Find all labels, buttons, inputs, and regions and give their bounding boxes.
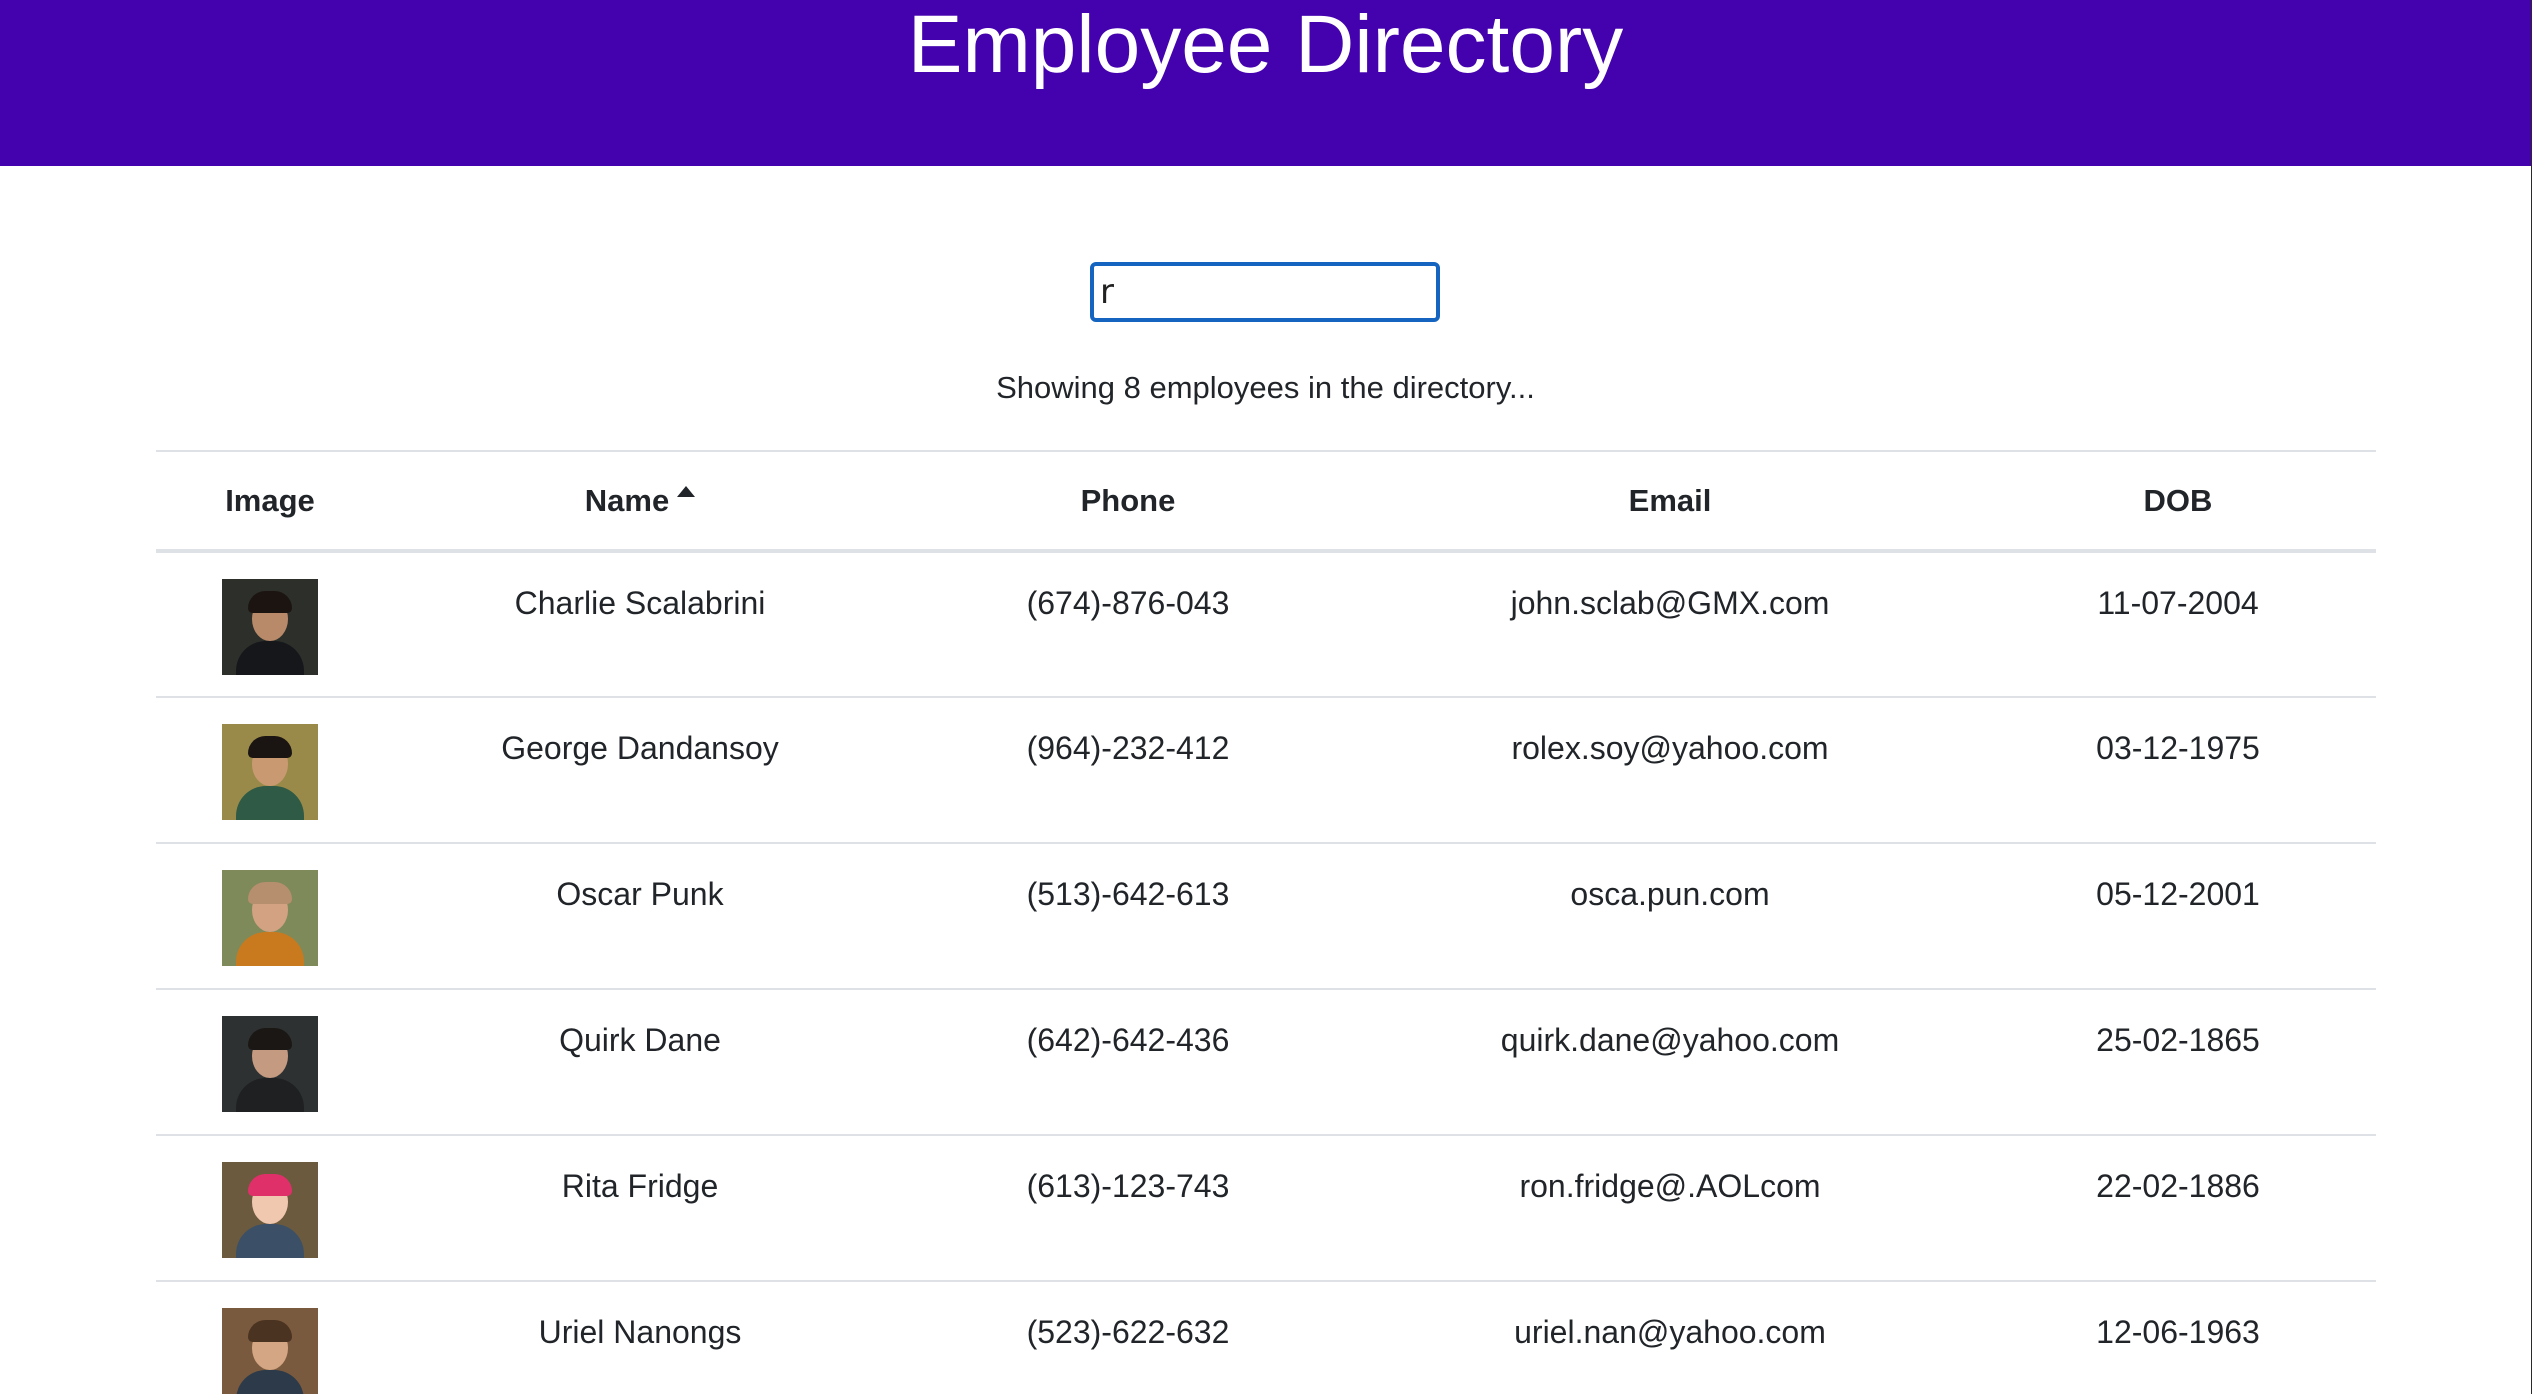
employee-table-container: Image Name Phone Email DOB Charlie Scala… — [156, 450, 2376, 1394]
app-header: Employee Directory — [0, 0, 2531, 166]
table-body: Charlie Scalabrini (674)-876-043 john.sc… — [156, 551, 2376, 1394]
employee-photo — [222, 579, 318, 675]
cell-image — [156, 551, 384, 698]
cell-phone: (964)-232-412 — [896, 697, 1360, 844]
table-row: Quirk Dane (642)-642-436 quirk.dane@yaho… — [156, 989, 2376, 1136]
cell-phone: (513)-642-613 — [896, 843, 1360, 990]
column-header-phone: Phone — [896, 450, 1360, 553]
employee-count-text: Showing 8 employees in the directory... — [996, 370, 1535, 405]
page-title: Employee Directory — [907, 0, 1624, 90]
cell-dob: 03-12-1975 — [1980, 697, 2376, 844]
photo-body — [236, 786, 304, 820]
cell-phone: (613)-123-743 — [896, 1135, 1360, 1282]
cell-email: osca.pun.com — [1360, 843, 1980, 990]
photo-body — [236, 1224, 304, 1258]
table-header-row: Image Name Phone Email DOB — [156, 450, 2376, 553]
employee-photo — [222, 1308, 318, 1394]
page: Employee Directory Showing 8 employees i… — [0, 0, 2532, 1394]
column-header-label: Image — [225, 482, 315, 518]
table-row: George Dandansoy (964)-232-412 rolex.soy… — [156, 697, 2376, 844]
table-row: Rita Fridge (613)-123-743 ron.fridge@.AO… — [156, 1135, 2376, 1282]
cell-image — [156, 843, 384, 990]
column-header-name[interactable]: Name — [384, 450, 896, 553]
photo-body — [236, 1370, 304, 1394]
cell-phone: (642)-642-436 — [896, 989, 1360, 1136]
cell-email: rolex.soy@yahoo.com — [1360, 697, 1980, 844]
cell-image — [156, 697, 384, 844]
employee-photo — [222, 1162, 318, 1258]
employee-photo — [222, 870, 318, 966]
photo-hair — [248, 591, 292, 613]
photo-body — [236, 641, 304, 675]
table-row: Oscar Punk (513)-642-613 osca.pun.com 05… — [156, 843, 2376, 990]
cell-phone: (523)-622-632 — [896, 1281, 1360, 1394]
cell-name: Charlie Scalabrini — [384, 551, 896, 698]
cell-name: Uriel Nanongs — [384, 1281, 896, 1394]
employee-table: Image Name Phone Email DOB Charlie Scala… — [156, 450, 2376, 1394]
photo-hair — [248, 1174, 292, 1196]
cell-name: Oscar Punk — [384, 843, 896, 990]
cell-image — [156, 1281, 384, 1394]
employee-photo — [222, 1016, 318, 1112]
cell-email: quirk.dane@yahoo.com — [1360, 989, 1980, 1136]
table-header: Image Name Phone Email DOB — [156, 450, 2376, 553]
cell-dob: 11-07-2004 — [1980, 551, 2376, 698]
cell-email: ron.fridge@.AOLcom — [1360, 1135, 1980, 1282]
cell-dob: 22-02-1886 — [1980, 1135, 2376, 1282]
cell-email: john.sclab@GMX.com — [1360, 551, 1980, 698]
cell-name: George Dandansoy — [384, 697, 896, 844]
cell-dob: 25-02-1865 — [1980, 989, 2376, 1136]
cell-phone: (674)-876-043 — [896, 551, 1360, 698]
photo-hair — [248, 1320, 292, 1342]
cell-dob: 05-12-2001 — [1980, 843, 2376, 990]
employee-photo — [222, 724, 318, 820]
caret-up-icon[interactable] — [677, 485, 696, 497]
cell-image — [156, 989, 384, 1136]
photo-hair — [248, 736, 292, 758]
cell-email: uriel.nan@yahoo.com — [1360, 1281, 1980, 1394]
column-header-label: Name — [584, 482, 670, 518]
cell-dob: 12-06-1963 — [1980, 1281, 2376, 1394]
column-header-label: DOB — [2143, 482, 2213, 518]
photo-hair — [248, 882, 292, 904]
column-header-label: Phone — [1080, 482, 1176, 518]
table-row: Uriel Nanongs (523)-622-632 uriel.nan@ya… — [156, 1281, 2376, 1394]
photo-hair — [248, 1028, 292, 1050]
photo-body — [236, 932, 304, 966]
column-header-email: Email — [1360, 450, 1980, 553]
column-header-label: Email — [1628, 482, 1712, 518]
cell-name: Rita Fridge — [384, 1135, 896, 1282]
column-header-dob: DOB — [1980, 450, 2376, 553]
photo-body — [236, 1078, 304, 1112]
cell-image — [156, 1135, 384, 1282]
cell-name: Quirk Dane — [384, 989, 896, 1136]
table-row: Charlie Scalabrini (674)-876-043 john.sc… — [156, 551, 2376, 698]
search-input[interactable] — [1090, 262, 1440, 322]
column-header-image: Image — [156, 450, 384, 553]
